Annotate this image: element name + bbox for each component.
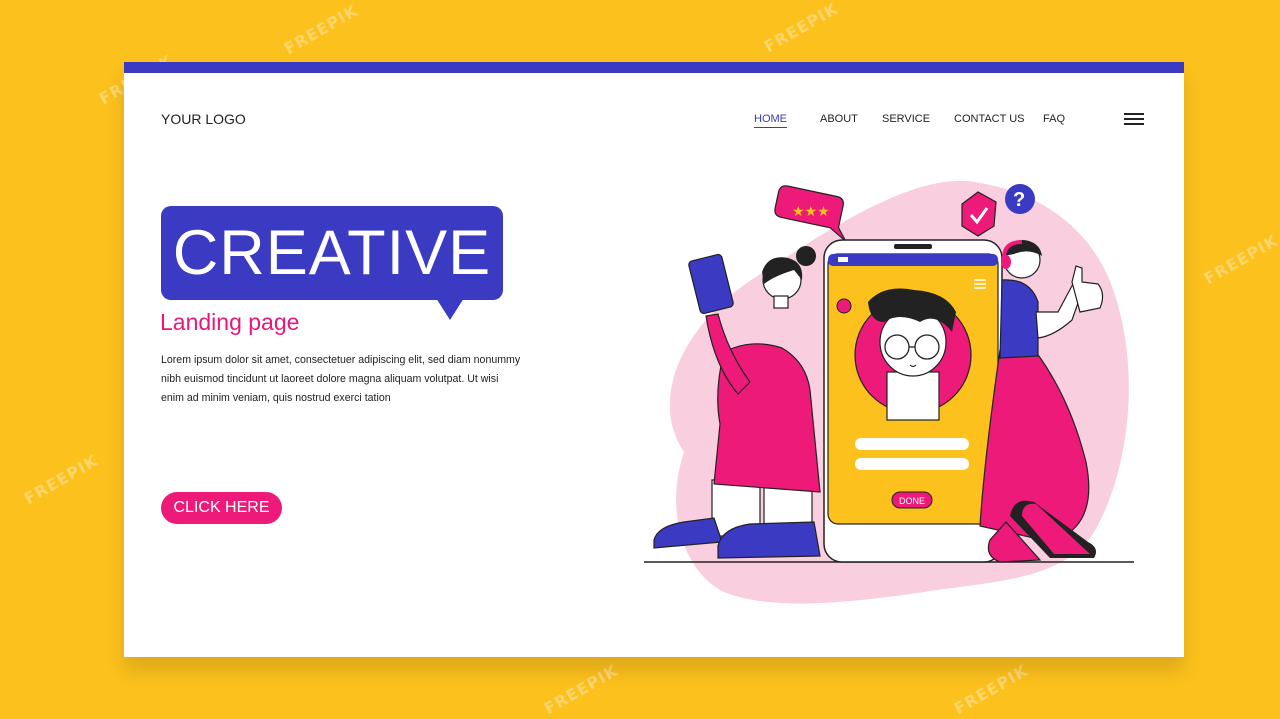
svg-text:?: ? — [1013, 189, 1025, 211]
hero-title: CREATIVE — [172, 218, 492, 288]
smartphone-illustration: DONE — [823, 239, 1003, 563]
main-nav: HOME ABOUT SERVICE CONTACT US FAQ — [124, 113, 1184, 133]
nav-home[interactable]: HOME — [754, 113, 787, 128]
top-accent-bar — [124, 62, 1184, 73]
speech-bubble-tail — [436, 298, 464, 320]
hero-title-bubble: CREATIVE — [161, 206, 503, 300]
hero-illustration: ★★★ ? DONE — [644, 180, 1134, 604]
watermark-text: FREEPIK — [760, 0, 842, 57]
nav-contact-us[interactable]: CONTACT US — [954, 113, 1025, 125]
nav-service[interactable]: SERVICE — [882, 113, 930, 125]
nav-faq[interactable]: FAQ — [1043, 113, 1065, 125]
click-here-button[interactable]: CLICK HERE — [161, 492, 282, 524]
svg-text:★★★: ★★★ — [792, 204, 830, 220]
landing-page-card: YOUR LOGO HOME ABOUT SERVICE CONTACT US … — [124, 62, 1184, 657]
hamburger-menu-icon[interactable] — [1124, 113, 1146, 125]
watermark-text: FREEPIK — [950, 660, 1032, 719]
question-mark-icon: ? — [1005, 184, 1035, 214]
done-button[interactable]: DONE — [891, 491, 933, 509]
watermark-text: FREEPIK — [20, 450, 102, 509]
watermark-text: FREEPIK — [540, 660, 622, 719]
watermark-text: FREEPIK — [280, 0, 362, 59]
hero-subtitle: Landing page — [160, 309, 300, 335]
nav-about[interactable]: ABOUT — [820, 113, 858, 125]
svg-text:DONE: DONE — [899, 496, 925, 506]
hero-description: Lorem ipsum dolor sit amet, consectetuer… — [161, 354, 521, 404]
watermark-text: FREEPIK — [1200, 230, 1280, 289]
